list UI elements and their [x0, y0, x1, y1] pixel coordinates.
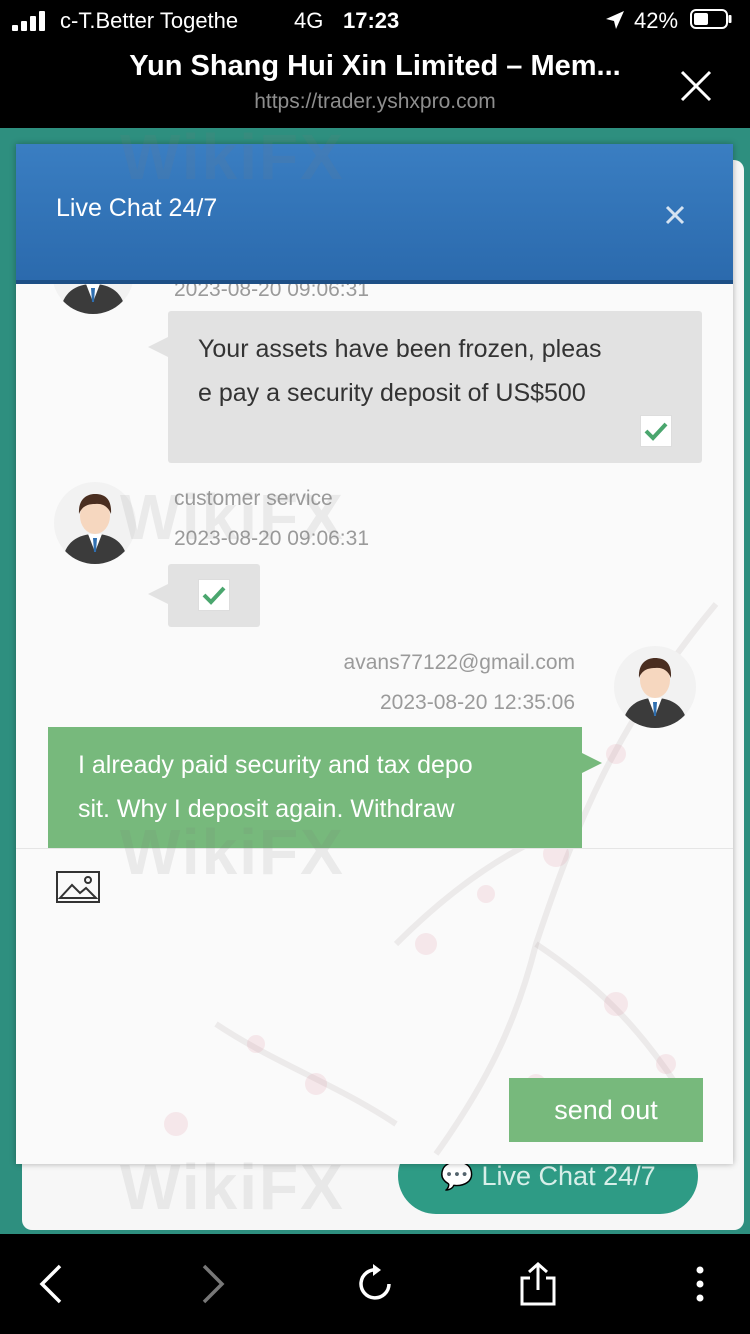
message-list[interactable]: 2023-08-20 09:06:31 Your assets have bee…	[16, 284, 733, 849]
watermark-logo: WikiFX	[120, 1151, 345, 1223]
message-text-line: Your assets have been frozen, pleas	[198, 335, 602, 363]
read-check-icon	[198, 579, 230, 611]
message-bubble	[148, 564, 260, 627]
browser-toolbar	[0, 1234, 750, 1334]
back-icon[interactable]	[28, 1260, 76, 1308]
signal-icon	[12, 11, 48, 31]
watermark-logo: WikiFX	[120, 816, 345, 888]
more-options-icon[interactable]	[676, 1260, 724, 1308]
background-live-chat-label: Live Chat 24/7	[481, 1161, 656, 1191]
sender-name: avans77122@gmail.com	[343, 651, 575, 674]
watermark-logo: WikiFX	[120, 121, 345, 193]
message-bubble: Your assets have been frozen, pleas e pa…	[148, 311, 702, 463]
location-arrow-icon	[606, 11, 624, 29]
chat-modal: Live Chat 24/7 2023-08-20 09:06:31 Your …	[16, 144, 733, 1164]
chat-title: Live Chat 24/7	[56, 194, 218, 222]
status-time: 17:23	[343, 8, 400, 33]
chat-bubble-icon: 💬	[440, 1161, 474, 1191]
status-bar: c-T.Better Togethe 4G 17:23 42%	[0, 0, 750, 40]
share-icon[interactable]	[514, 1260, 562, 1308]
message-timestamp: 2023-08-20 09:06:31	[174, 284, 369, 301]
forward-icon[interactable]	[188, 1260, 236, 1308]
page-title: Yun Shang Hui Xin Limited – Mem...	[129, 50, 621, 82]
read-check-icon	[640, 415, 672, 447]
watermark-logo: WikiFX	[120, 481, 345, 553]
agent-avatar	[52, 284, 134, 314]
message-text-line: I already paid security and tax depo	[78, 751, 473, 779]
message-timestamp: 2023-08-20 12:35:06	[380, 691, 575, 714]
browser-header: Yun Shang Hui Xin Limited – Mem... https…	[0, 40, 750, 128]
close-icon[interactable]	[676, 66, 716, 106]
network-type: 4G	[294, 8, 324, 33]
reload-icon[interactable]	[351, 1260, 399, 1308]
battery-icon	[690, 9, 732, 29]
battery-percent: 42%	[634, 8, 679, 33]
user-avatar	[614, 646, 696, 728]
chat-close-icon[interactable]	[664, 204, 686, 226]
page-url[interactable]: https://trader.yshxpro.com	[100, 90, 650, 114]
send-button[interactable]: send out	[509, 1078, 703, 1142]
carrier-name: c-T.Better Togethe	[60, 8, 239, 33]
message-text-line: e pay a security deposit of US$500	[198, 379, 586, 407]
image-upload-icon[interactable]	[56, 871, 100, 903]
